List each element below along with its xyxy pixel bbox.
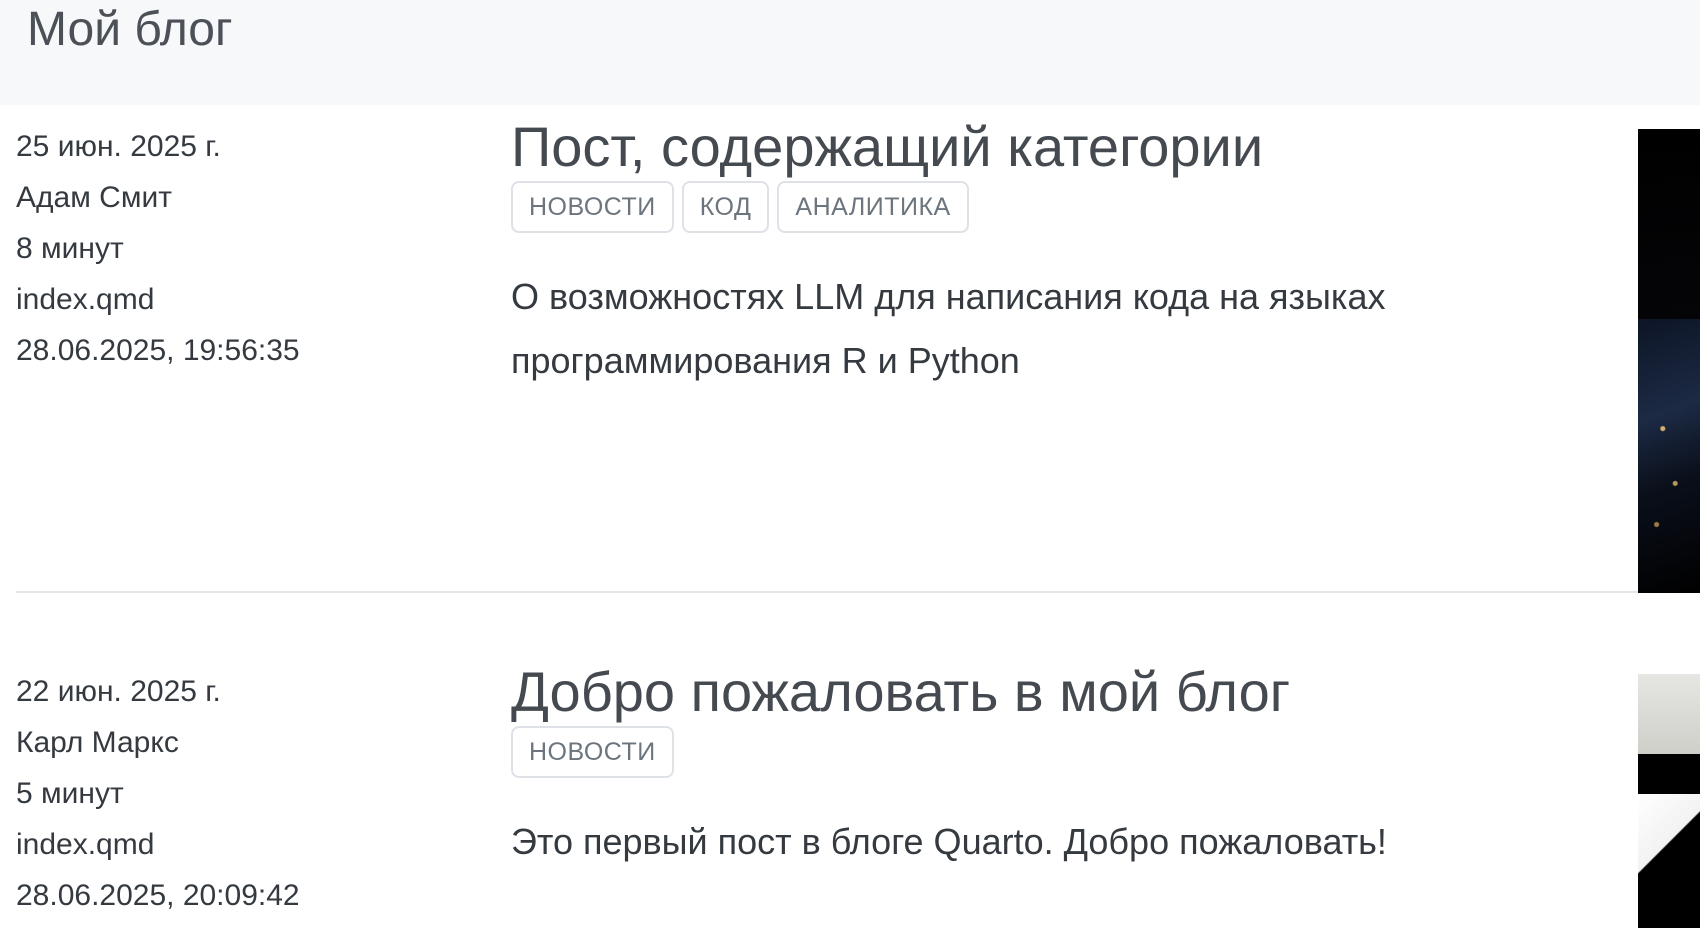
post-thumbnail-image[interactable]	[1638, 674, 1700, 928]
post-title[interactable]: Добро пожаловать в мой блог	[511, 660, 1611, 724]
post-categories: НОВОСТИ	[511, 726, 1611, 780]
post-metadata: 22 июн. 2025 г. Карл Маркс 5 минут index…	[16, 666, 300, 921]
post-reading-time: 8 минут	[16, 232, 124, 265]
post-file: index.qmd	[16, 828, 155, 861]
category-tag[interactable]: АНАЛИТИКА	[777, 181, 969, 233]
post-categories: НОВОСТИ КОД АНАЛИТИКА	[511, 181, 1611, 235]
thumbnail-top-area	[1638, 674, 1700, 754]
site-title-link[interactable]: Мой блог	[27, 2, 232, 58]
post-date: 22 июн. 2025 г.	[16, 675, 221, 708]
post-listing-item[interactable]: 25 июн. 2025 г. Адам Смит 8 минут index.…	[0, 105, 1700, 593]
category-tag[interactable]: КОД	[681, 181, 770, 233]
post-metadata: 25 июн. 2025 г. Адам Смит 8 минут index.…	[16, 121, 300, 376]
post-file: index.qmd	[16, 283, 155, 316]
post-date: 25 июн. 2025 г.	[16, 130, 221, 163]
category-tag[interactable]: НОВОСТИ	[511, 181, 674, 233]
earth-night-image	[1638, 319, 1700, 593]
post-modified: 28.06.2025, 19:56:35	[16, 334, 300, 367]
post-listing-item[interactable]: 22 июн. 2025 г. Карл Маркс 5 минут index…	[0, 650, 1700, 928]
post-content: Пост, содержащий категории НОВОСТИ КОД АНА…	[511, 115, 1611, 393]
post-author: Адам Смит	[16, 181, 172, 214]
post-reading-time: 5 минут	[16, 777, 124, 810]
post-description: Это первый пост в блоге Quarto. Добро по…	[511, 821, 1387, 862]
post-description: О возможностях LLM для написания кода на…	[511, 276, 1386, 381]
post-thumbnail-image[interactable]	[1638, 129, 1700, 593]
thumbnail-screen-area	[1638, 794, 1700, 928]
post-divider	[16, 591, 1638, 593]
post-content: Добро пожаловать в мой блог НОВОСТИ Это …	[511, 660, 1611, 874]
site-header: Мой блог	[0, 0, 1700, 105]
post-title[interactable]: Пост, содержащий категории	[511, 115, 1611, 179]
post-modified: 28.06.2025, 20:09:42	[16, 879, 300, 912]
category-tag[interactable]: НОВОСТИ	[511, 726, 674, 778]
post-author: Карл Маркс	[16, 726, 179, 759]
